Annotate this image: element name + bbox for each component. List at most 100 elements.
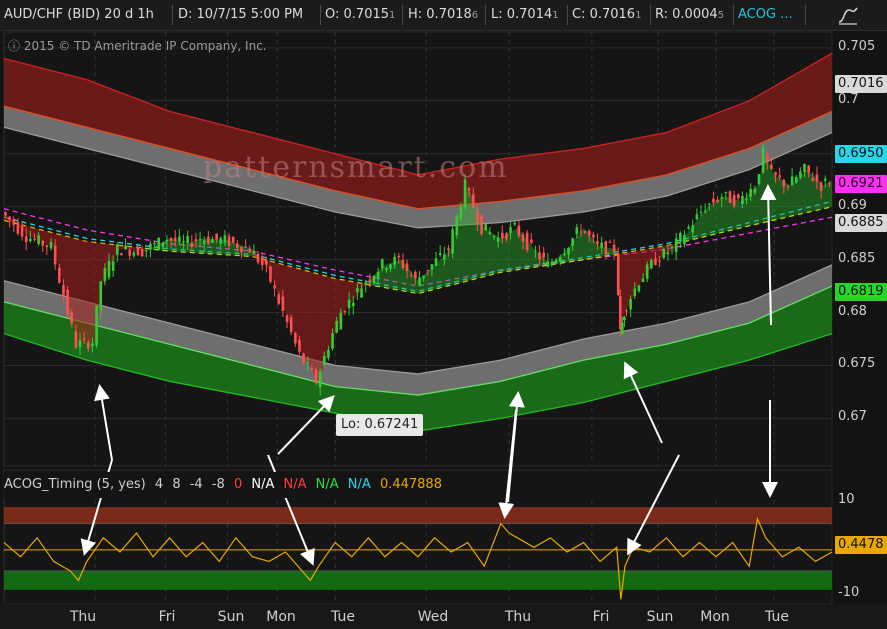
candle-body bbox=[66, 289, 69, 315]
candle-body bbox=[608, 241, 612, 243]
candle-body bbox=[579, 231, 583, 233]
candle-body bbox=[368, 279, 372, 282]
candle-body bbox=[732, 195, 736, 207]
candle-body bbox=[360, 288, 363, 298]
candle-body bbox=[703, 210, 707, 212]
price-axis-label: 0.685 bbox=[838, 250, 876, 266]
candle-body bbox=[372, 276, 376, 283]
candle-body bbox=[712, 198, 715, 203]
candle-body bbox=[513, 222, 517, 225]
candle-body bbox=[662, 248, 666, 258]
candle-body bbox=[95, 305, 98, 346]
candle-body bbox=[198, 239, 202, 241]
candle-body bbox=[41, 240, 45, 246]
candle-body bbox=[256, 253, 260, 263]
candle-body bbox=[8, 216, 11, 220]
info-icon: ⓘ bbox=[8, 39, 21, 53]
candle-body bbox=[650, 260, 653, 269]
candle-body bbox=[351, 302, 355, 307]
candle-body bbox=[525, 232, 529, 251]
candle-body bbox=[405, 263, 409, 272]
time-axis-label: Fri bbox=[158, 609, 176, 625]
chart-canvas[interactable] bbox=[0, 0, 887, 629]
trend-fill bbox=[724, 196, 741, 232]
candle-body bbox=[418, 277, 421, 286]
candle-body bbox=[724, 191, 728, 194]
copyright-text: 2015 © TD Ameritrade IP Company, Inc. bbox=[23, 39, 267, 53]
candle-body bbox=[786, 186, 790, 188]
candle-body bbox=[708, 203, 711, 205]
candle-body bbox=[107, 261, 111, 278]
candle-body bbox=[207, 236, 210, 244]
time-axis-label: Tue bbox=[765, 609, 789, 625]
candle-body bbox=[749, 188, 752, 197]
copyright-notice: ⓘ 2015 © TD Ameritrade IP Company, Inc. bbox=[8, 37, 267, 54]
candle-body bbox=[227, 236, 231, 247]
candle-body bbox=[600, 242, 603, 249]
candle-body bbox=[397, 255, 401, 258]
candle-body bbox=[592, 234, 595, 238]
indicator-name[interactable]: ACOG_Timing (5, yes) bbox=[4, 477, 146, 492]
indicator-zero: 0 bbox=[233, 477, 243, 492]
candle-body bbox=[467, 188, 471, 191]
candle-body bbox=[211, 239, 214, 243]
candle-body bbox=[819, 182, 823, 191]
candle-body bbox=[223, 235, 227, 243]
candle-body bbox=[281, 296, 285, 311]
trend-fill bbox=[384, 259, 402, 291]
candle-body bbox=[583, 231, 587, 233]
candle-body bbox=[310, 368, 314, 371]
price-marker: 0.7016 bbox=[835, 74, 887, 93]
indicator-current: 0.447888 bbox=[379, 477, 442, 492]
candle-body bbox=[691, 225, 695, 233]
candle-body bbox=[322, 356, 326, 366]
candle-body bbox=[426, 269, 430, 272]
price-marker: 0.6819 bbox=[835, 283, 887, 302]
candle-body bbox=[149, 243, 152, 250]
candle-body bbox=[778, 175, 781, 178]
candle-body bbox=[376, 271, 380, 279]
candle-body bbox=[472, 194, 475, 208]
candle-body bbox=[550, 261, 554, 266]
candle-body bbox=[194, 239, 198, 242]
candle-body bbox=[414, 271, 417, 279]
candle-body bbox=[178, 236, 181, 242]
candle-body bbox=[12, 218, 16, 226]
indicator-upper-zone bbox=[4, 507, 832, 524]
candle-body bbox=[74, 331, 78, 348]
candle-body bbox=[807, 165, 810, 173]
candle-body bbox=[687, 226, 690, 229]
candle-body bbox=[430, 264, 434, 270]
candle-body bbox=[811, 178, 815, 181]
candle-body bbox=[244, 246, 247, 248]
time-axis-label: Wed bbox=[417, 609, 449, 625]
candle-body bbox=[823, 178, 827, 181]
candle-body bbox=[666, 252, 670, 255]
candle-body bbox=[558, 257, 562, 262]
candle-body bbox=[679, 232, 682, 242]
candle-body bbox=[87, 342, 90, 349]
candle-body bbox=[111, 261, 115, 271]
candle-body bbox=[790, 176, 794, 186]
candle-body bbox=[587, 230, 591, 236]
price-axis-label: 0.67 bbox=[838, 409, 867, 425]
candle-body bbox=[517, 225, 521, 236]
candle-body bbox=[542, 252, 545, 258]
candle-body bbox=[745, 199, 748, 201]
candle-body bbox=[314, 369, 318, 384]
candle-body bbox=[720, 197, 724, 199]
candle-body bbox=[794, 177, 798, 183]
candle-body bbox=[70, 312, 74, 324]
indicator-value: N/A bbox=[315, 477, 339, 492]
candle-body bbox=[501, 232, 504, 239]
candle-body bbox=[173, 237, 177, 242]
price-axis-label: 0.69 bbox=[838, 197, 867, 213]
candle-body bbox=[658, 260, 661, 262]
candle-body bbox=[757, 174, 761, 184]
candle-body bbox=[33, 239, 36, 241]
candle-body bbox=[24, 236, 28, 243]
candle-body bbox=[20, 225, 24, 237]
candle-body bbox=[389, 264, 392, 269]
candle-body bbox=[161, 243, 165, 247]
candle-body bbox=[616, 254, 620, 295]
